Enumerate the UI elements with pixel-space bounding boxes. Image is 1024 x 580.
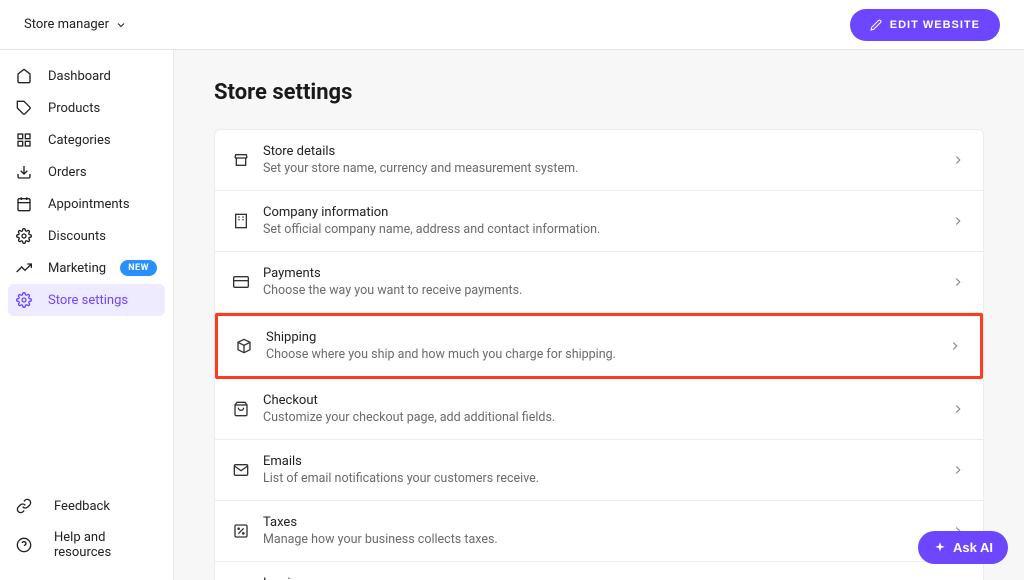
download-icon (16, 164, 32, 180)
settings-panel: Store details Set your store name, curre… (214, 129, 984, 580)
sidebar-item-help[interactable]: Help and resources (8, 522, 165, 568)
sidebar-item-label: Feedback (54, 499, 110, 514)
sidebar: Dashboard Products Categories Orders App… (0, 50, 174, 580)
settings-row-emails[interactable]: Emails List of email notifications your … (215, 440, 983, 501)
row-desc: Choose where you ship and how much you c… (266, 347, 934, 362)
settings-icon (16, 292, 32, 308)
sidebar-item-label: Store settings (48, 293, 128, 308)
workspace-switcher[interactable]: Store manager (24, 17, 127, 32)
sidebar-item-label: Products (48, 101, 100, 116)
row-title: Taxes (263, 515, 937, 530)
chevron-right-icon (951, 402, 965, 416)
row-title: Emails (263, 454, 937, 469)
settings-row-shipping[interactable]: Shipping Choose where you ship and how m… (215, 313, 983, 379)
store-icon (233, 152, 249, 168)
link-icon (16, 498, 32, 514)
sidebar-item-label: Appointments (48, 197, 130, 212)
settings-row-store-details[interactable]: Store details Set your store name, curre… (215, 130, 983, 191)
ask-ai-button[interactable]: Ask AI (918, 531, 1008, 564)
grid-icon (16, 132, 32, 148)
settings-row-company-information[interactable]: Company information Set official company… (215, 191, 983, 252)
settings-row-checkout[interactable]: Checkout Customize your checkout page, a… (215, 379, 983, 440)
main-content: Store settings Store details Set your st… (174, 50, 1024, 580)
sidebar-item-store-settings[interactable]: Store settings (8, 284, 165, 316)
sidebar-item-feedback[interactable]: Feedback (8, 490, 165, 522)
new-badge: NEW (120, 260, 157, 276)
sidebar-item-label: Orders (48, 165, 87, 180)
row-desc: Choose the way you want to receive payme… (263, 283, 937, 298)
row-desc: Set your store name, currency and measur… (263, 161, 937, 176)
chevron-right-icon (951, 153, 965, 167)
row-title: Invoices (263, 576, 937, 580)
settings-row-taxes[interactable]: Taxes Manage how your business collects … (215, 501, 983, 562)
percent-icon (233, 523, 249, 539)
sidebar-item-label: Dashboard (48, 69, 111, 84)
sidebar-item-appointments[interactable]: Appointments (8, 188, 165, 220)
sidebar-item-products[interactable]: Products (8, 92, 165, 124)
pencil-icon (870, 19, 882, 31)
ask-ai-label: Ask AI (953, 540, 993, 555)
row-desc: Set official company name, address and c… (263, 222, 937, 237)
sidebar-item-orders[interactable]: Orders (8, 156, 165, 188)
chevron-right-icon (951, 214, 965, 228)
help-icon (16, 537, 32, 553)
sidebar-item-dashboard[interactable]: Dashboard (8, 60, 165, 92)
settings-row-invoices[interactable]: Invoices Customize your invoices, add ad… (215, 562, 983, 580)
sidebar-item-label: Categories (48, 133, 111, 148)
package-icon (236, 338, 252, 354)
shopping-bag-icon (233, 401, 249, 417)
row-desc: List of email notifications your custome… (263, 471, 937, 486)
sparkle-icon (933, 541, 947, 555)
row-title: Company information (263, 205, 937, 220)
chevron-down-icon (115, 19, 127, 31)
chevron-right-icon (951, 463, 965, 477)
row-desc: Manage how your business collects taxes. (263, 532, 937, 547)
sidebar-item-label: Discounts (48, 229, 106, 244)
row-title: Shipping (266, 330, 934, 345)
row-title: Payments (263, 266, 937, 281)
chevron-right-icon (948, 339, 962, 353)
chevron-right-icon (951, 275, 965, 289)
workspace-label: Store manager (24, 17, 109, 32)
trending-icon (16, 260, 32, 276)
row-desc: Customize your checkout page, add additi… (263, 410, 937, 425)
home-icon (16, 68, 32, 84)
sidebar-item-label: Marketing (48, 261, 106, 276)
edit-website-label: EDIT WEBSITE (890, 19, 980, 31)
mail-icon (233, 462, 249, 478)
building-icon (233, 213, 249, 229)
row-title: Store details (263, 144, 937, 159)
sidebar-item-categories[interactable]: Categories (8, 124, 165, 156)
edit-website-button[interactable]: EDIT WEBSITE (850, 9, 1000, 41)
sidebar-item-discounts[interactable]: Discounts (8, 220, 165, 252)
sidebar-item-marketing[interactable]: Marketing NEW (8, 252, 165, 284)
settings-row-payments[interactable]: Payments Choose the way you want to rece… (215, 252, 983, 313)
credit-card-icon (233, 274, 249, 290)
sidebar-item-label: Help and resources (54, 530, 157, 560)
tag-icon (16, 100, 32, 116)
gear-icon (16, 228, 32, 244)
calendar-icon (16, 196, 32, 212)
row-title: Checkout (263, 393, 937, 408)
page-title: Store settings (214, 80, 984, 105)
